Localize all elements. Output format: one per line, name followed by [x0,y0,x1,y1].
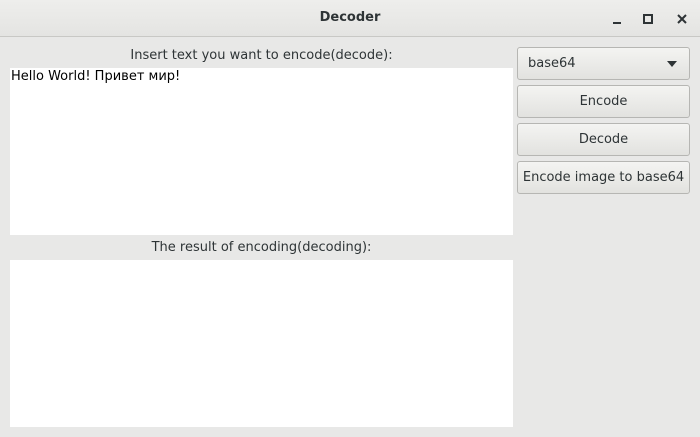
minimize-button[interactable] [606,8,628,30]
close-button[interactable] [671,8,693,30]
chevron-down-icon [667,61,677,67]
maximize-icon [643,14,653,24]
input-textarea[interactable]: Hello World! Привет мир! [10,68,513,235]
window-title: Decoder [319,10,381,25]
decoder-window: Decoder Insert text you want to encode(d… [0,0,700,437]
encode-button[interactable]: Encode [517,85,690,118]
close-icon [677,14,687,24]
encoding-select-value: base64 [528,56,576,71]
encode-image-button[interactable]: Encode image to base64 [517,161,690,194]
output-textarea[interactable] [10,260,513,427]
input-label: Insert text you want to encode(decode): [130,48,393,63]
encoding-select[interactable]: base64 [517,47,690,80]
title-bar[interactable]: Decoder [0,0,700,37]
maximize-button[interactable] [637,8,659,30]
decode-button[interactable]: Decode [517,123,690,156]
output-label: The result of encoding(decoding): [151,240,372,255]
minimize-icon [613,22,621,24]
